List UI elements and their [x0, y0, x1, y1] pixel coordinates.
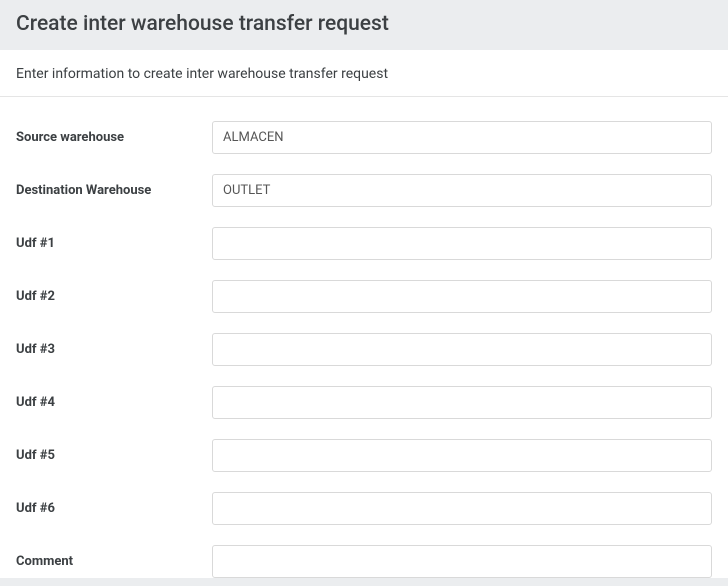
udf5-input[interactable]: [212, 439, 712, 472]
udf6-input[interactable]: [212, 492, 712, 525]
label-udf6: Udf #6: [16, 501, 212, 516]
label-udf1: Udf #1: [16, 236, 212, 251]
label-udf2: Udf #2: [16, 289, 212, 304]
udf4-input[interactable]: [212, 386, 712, 419]
row-destination-warehouse: Destination Warehouse: [0, 174, 728, 207]
label-destination-warehouse: Destination Warehouse: [16, 183, 212, 198]
row-source-warehouse: Source warehouse: [0, 121, 728, 154]
form-card: Enter information to create inter wareho…: [0, 50, 728, 578]
comment-input[interactable]: [212, 545, 712, 578]
udf1-input[interactable]: [212, 227, 712, 260]
page-title: Create inter warehouse transfer request: [16, 12, 712, 36]
label-comment: Comment: [16, 554, 212, 569]
row-udf5: Udf #5: [0, 439, 728, 472]
label-udf3: Udf #3: [16, 342, 212, 357]
row-udf2: Udf #2: [0, 280, 728, 313]
select-wrap-source-warehouse: [212, 121, 712, 154]
udf2-input[interactable]: [212, 280, 712, 313]
select-wrap-destination-warehouse: [212, 174, 712, 207]
form-subtitle: Enter information to create inter wareho…: [0, 50, 728, 97]
page-title-bar: Create inter warehouse transfer request: [0, 0, 728, 50]
row-udf4: Udf #4: [0, 386, 728, 419]
label-udf5: Udf #5: [16, 448, 212, 463]
form-body: Source warehouse Destination Warehouse U…: [0, 97, 728, 578]
row-comment: Comment: [0, 545, 728, 578]
row-udf6: Udf #6: [0, 492, 728, 525]
row-udf3: Udf #3: [0, 333, 728, 366]
row-udf1: Udf #1: [0, 227, 728, 260]
destination-warehouse-select[interactable]: [212, 174, 712, 207]
udf3-input[interactable]: [212, 333, 712, 366]
label-udf4: Udf #4: [16, 395, 212, 410]
source-warehouse-select[interactable]: [212, 121, 712, 154]
label-source-warehouse: Source warehouse: [16, 130, 212, 145]
